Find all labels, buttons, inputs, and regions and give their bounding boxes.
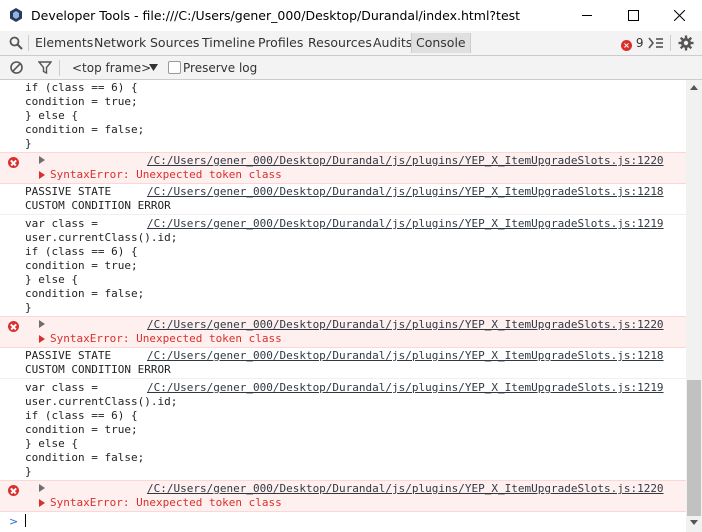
error-icon: × [621,40,632,51]
log-line: PASSIVE STATE [25,185,112,198]
console-input[interactable] [24,514,674,528]
error-text: SyntaxError: Unexpected token class [50,496,282,509]
log-line: PASSIVE STATE [25,349,112,362]
log-line: condition = true; [25,423,138,436]
settings-gear-icon[interactable] [678,35,694,51]
minimize-icon [582,15,592,16]
log-line: } else { [25,109,78,122]
clear-console-icon[interactable] [10,61,23,74]
close-icon [674,10,685,21]
tab-console[interactable]: Console [411,33,471,53]
filter-icon[interactable] [38,61,52,74]
expand-triangle-icon[interactable] [39,484,45,492]
chevron-down-icon[interactable] [149,64,158,71]
scrollbar-thumb[interactable] [687,380,701,516]
devtools-tabbar: Elements Network Sources Timeline Profil… [0,31,702,56]
log-line: if (class == 6) { [25,245,138,258]
divider [28,35,29,51]
source-link[interactable]: /C:/Users/gener_000/Desktop/Durandal/js/… [147,185,664,199]
log-line: if (class == 6) { [25,409,138,422]
console-toolbar: <top frame> Preserve log [0,56,702,80]
error-icon [8,485,19,496]
source-link[interactable]: /C:/Users/gener_000/Desktop/Durandal/js/… [147,349,664,363]
divider [59,60,60,76]
log-line: } [25,301,32,314]
tab-elements[interactable]: Elements [35,35,93,50]
preserve-log-checkbox[interactable] [168,61,181,74]
expand-triangle-icon[interactable] [39,499,45,507]
log-line: var class = [25,217,98,230]
expand-triangle-icon[interactable] [39,171,45,179]
log-line: condition = true; [25,95,138,108]
source-link[interactable]: /C:/Users/gener_000/Desktop/Durandal/js/… [147,217,664,231]
log-line: var class = [25,381,98,394]
tab-audits[interactable]: Audits [373,35,412,50]
source-link[interactable]: /C:/Users/gener_000/Desktop/Durandal/js/… [147,482,664,496]
console-output: if (class == 6) { condition = true; } el… [0,80,686,532]
expand-triangle-icon[interactable] [39,320,45,328]
tab-sources[interactable]: Sources [150,35,199,50]
log-line: condition = false; [25,287,145,300]
error-text: SyntaxError: Unexpected token class [50,168,282,181]
tab-network[interactable]: Network [94,35,146,50]
title-bar: Developer Tools - file:///C:/Users/gener… [0,0,702,32]
log-line: user.currentClass().id; [25,395,178,408]
error-icon [8,321,19,332]
error-counter[interactable]: × 9 [621,36,643,51]
log-line: CUSTOM CONDITION ERROR [25,199,171,212]
log-line: condition = false; [25,123,145,136]
divider [670,35,671,51]
expand-triangle-icon[interactable] [39,335,45,343]
log-line: user.currentClass().id; [25,231,178,244]
source-link[interactable]: /C:/Users/gener_000/Desktop/Durandal/js/… [147,381,664,395]
log-line: if (class == 6) { [25,81,138,94]
scroll-down-icon[interactable] [690,520,698,525]
search-icon[interactable] [9,36,23,50]
close-button[interactable] [656,0,702,31]
text-cursor [25,514,26,527]
log-line: } [25,137,32,150]
context-select-value: <top frame> [72,61,152,75]
error-text: SyntaxError: Unexpected token class [50,332,282,345]
source-link[interactable]: /C:/Users/gener_000/Desktop/Durandal/js/… [147,154,664,168]
prompt-chevron-icon: > [9,515,19,528]
divider [0,378,686,379]
tab-resources[interactable]: Resources [308,35,372,50]
maximize-icon [628,10,639,21]
tab-timeline[interactable]: Timeline [202,35,255,50]
expand-triangle-icon[interactable] [39,156,45,164]
log-line: CUSTOM CONDITION ERROR [25,363,171,376]
error-icon [8,157,19,168]
log-line: } [25,465,32,478]
context-select[interactable]: <top frame> [72,61,151,75]
preserve-log-label: Preserve log [183,61,258,75]
error-count: 9 [635,36,644,50]
scroll-up-icon[interactable] [690,85,698,90]
tab-profiles[interactable]: Profiles [258,35,303,50]
minimize-button[interactable] [564,0,610,31]
log-line: condition = false; [25,451,145,464]
divider [0,214,686,215]
maximize-button[interactable] [610,0,656,31]
source-link[interactable]: /C:/Users/gener_000/Desktop/Durandal/js/… [147,318,664,332]
devtools-icon [10,8,22,22]
log-line: condition = true; [25,259,138,272]
drawer-toggle-icon[interactable] [648,37,664,49]
log-line: } else { [25,273,78,286]
log-line: } else { [25,437,78,450]
window-title: Developer Tools - file:///C:/Users/gener… [31,8,521,23]
